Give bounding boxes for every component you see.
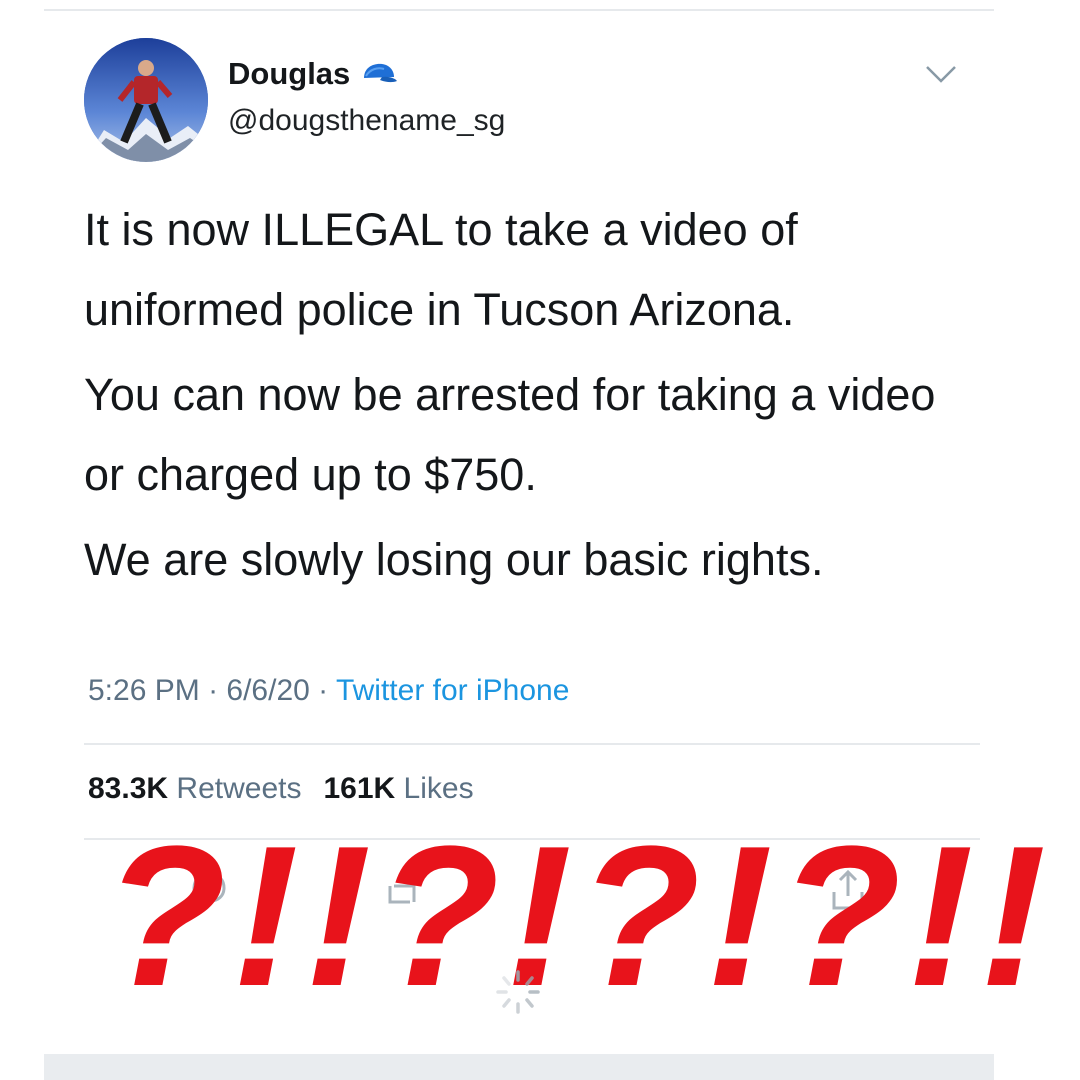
avatar-photo-icon [84, 38, 208, 162]
display-name-row[interactable]: Douglas [228, 56, 398, 92]
bottom-bar [44, 1054, 994, 1080]
likes-count: 161K [323, 772, 396, 805]
retweets-stat[interactable]: 83.3K Retweets [88, 772, 301, 805]
retweets-count: 83.3K [88, 772, 169, 805]
stats-top-divider [84, 743, 980, 745]
tweet-source-link[interactable]: Twitter for iPhone [336, 674, 569, 707]
likes-label: Likes [403, 772, 474, 805]
tweet-paragraph: You can now be arrested for taking a vid… [84, 369, 936, 500]
blue-cap-icon [364, 63, 398, 83]
likes-stat[interactable]: 161K Likes [323, 772, 473, 805]
loading-spinner-icon [496, 970, 540, 1014]
display-name[interactable]: Douglas [228, 56, 350, 92]
meta-separator: · [318, 674, 336, 707]
meta-separator: · [208, 674, 227, 707]
chevron-down-icon[interactable] [924, 62, 958, 86]
top-divider [44, 9, 994, 11]
tweet-text: It is now ILLEGAL to take a video of uni… [84, 190, 984, 605]
tweet-stats: 83.3K Retweets 161K Likes [88, 772, 474, 806]
tweet-paragraph: It is now ILLEGAL to take a video of uni… [84, 204, 798, 335]
retweets-label: Retweets [176, 772, 302, 805]
user-handle[interactable]: @dougsthename_sg [228, 104, 505, 138]
tweet-time[interactable]: 5:26 PM [88, 674, 200, 707]
tweet-date[interactable]: 6/6/20 [226, 674, 309, 707]
tweet-metadata: 5:26 PM · 6/6/20 · Twitter for iPhone [88, 674, 569, 708]
tweet-paragraph: We are slowly losing our basic rights. [84, 534, 824, 585]
red-punctuation-overlay: ?!!?!?!?!! [104, 805, 1053, 1028]
avatar[interactable] [84, 38, 208, 162]
